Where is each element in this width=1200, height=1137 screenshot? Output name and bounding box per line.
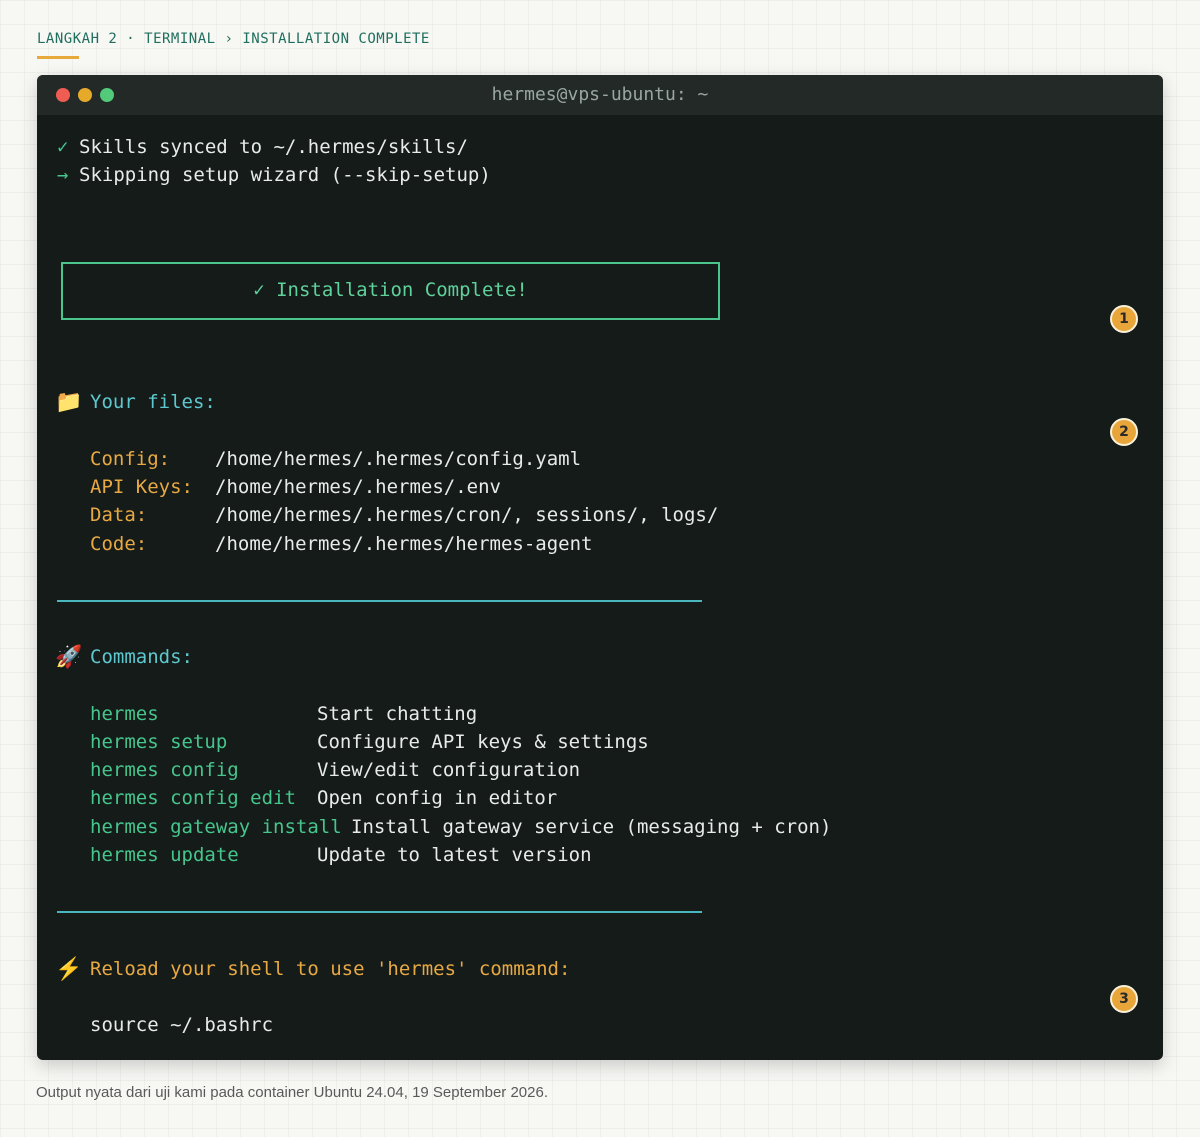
file-path: /home/hermes/.hermes/cron/, sessions/, l… xyxy=(215,504,719,526)
file-path: /home/hermes/.hermes/.env xyxy=(215,476,501,498)
file-label: API Keys: xyxy=(90,476,193,498)
annotation-marker-2: 2 xyxy=(1110,418,1138,446)
arrow-icon: → xyxy=(57,164,69,186)
breadcrumb-underline xyxy=(37,56,79,59)
files-heading: Your files: xyxy=(90,391,216,413)
command-name: hermes setup xyxy=(90,731,228,753)
command-description: Install gateway service (messaging + cro… xyxy=(351,816,832,838)
file-path: /home/hermes/.hermes/hermes-agent xyxy=(215,533,593,555)
terminal-window[interactable]: hermes@vps-ubuntu: ~ ✓ Skills synced to … xyxy=(37,75,1163,1060)
rocket-icon: 🚀 xyxy=(55,644,83,669)
file-label: Config: xyxy=(90,448,171,470)
status-line: Skipping setup wizard (--skip-setup) xyxy=(79,164,491,186)
section-divider xyxy=(57,911,702,913)
command-description: Open config in editor xyxy=(317,787,558,809)
terminal-titlebar: hermes@vps-ubuntu: ~ xyxy=(37,75,1163,115)
annotation-marker-1: 1 xyxy=(1110,305,1138,333)
command-description: Configure API keys & settings xyxy=(317,731,649,753)
file-label: Data: xyxy=(90,504,148,526)
command-name: hermes gateway install xyxy=(90,816,342,838)
annotation-marker-3: 3 xyxy=(1110,985,1138,1013)
check-icon: ✓ xyxy=(57,136,69,158)
file-path: /home/hermes/.hermes/config.yaml xyxy=(215,448,582,470)
banner-text: ✓ Installation Complete! xyxy=(253,279,528,301)
command-description: Start chatting xyxy=(317,703,478,725)
folder-icon: 📁 xyxy=(55,389,83,414)
status-line: Skills synced to ~/.hermes/skills/ xyxy=(79,136,468,158)
breadcrumb: LANGKAH 2 · TERMINAL › INSTALLATION COMP… xyxy=(37,31,430,47)
command-name: hermes xyxy=(90,703,159,725)
window-title: hermes@vps-ubuntu: ~ xyxy=(491,84,709,105)
command-name: hermes config xyxy=(90,759,239,781)
figure-caption: Output nyata dari uji kami pada containe… xyxy=(36,1084,548,1101)
installation-complete-banner: ✓ Installation Complete! xyxy=(61,262,720,320)
reload-command[interactable]: source ~/.bashrc xyxy=(90,1013,273,1037)
commands-heading: Commands: xyxy=(90,646,193,668)
lightning-icon: ⚡ xyxy=(55,956,83,981)
command-name: hermes config edit xyxy=(90,787,296,809)
section-divider xyxy=(57,600,702,602)
command-description: View/edit configuration xyxy=(317,759,581,781)
reload-heading: Reload your shell to use 'hermes' comman… xyxy=(90,958,571,980)
file-label: Code: xyxy=(90,533,148,555)
command-description: Update to latest version xyxy=(317,844,592,866)
command-name: hermes update xyxy=(90,844,239,866)
